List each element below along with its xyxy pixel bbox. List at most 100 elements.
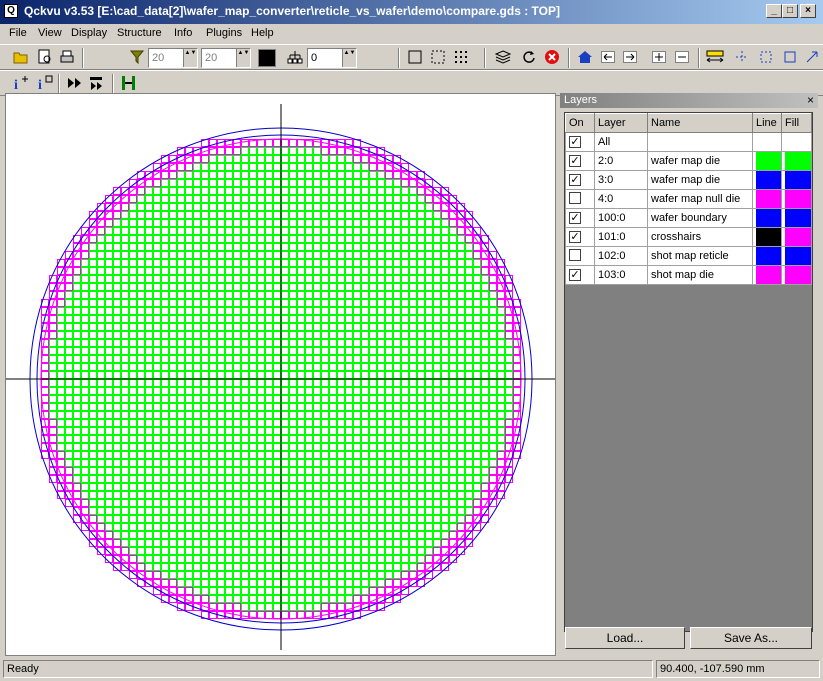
layer-visibility-cell[interactable] [565, 189, 595, 209]
home-view-button[interactable] [574, 46, 596, 68]
maximize-button[interactable]: □ [782, 4, 798, 18]
fill-color-swatch [785, 152, 811, 170]
drawing-canvas[interactable] [5, 93, 556, 656]
menu-plugins[interactable]: Plugins [206, 27, 242, 39]
pan-right-button[interactable] [619, 46, 641, 68]
layer-row[interactable]: ✓ 3:0 wafer map die [565, 170, 812, 190]
layer-visibility-checkbox[interactable]: ✓ [569, 155, 581, 167]
grid-button[interactable] [450, 46, 472, 68]
column-header-line[interactable]: Line [752, 113, 782, 133]
layer-visibility-checkbox[interactable]: ✓ [569, 212, 581, 224]
print-button[interactable] [56, 46, 78, 68]
layer-fill-color[interactable] [781, 265, 812, 285]
print-preview-button[interactable] [34, 46, 56, 68]
layer-line-color[interactable] [752, 132, 782, 152]
spin-arrows-icon[interactable]: ▲▼ [183, 49, 197, 67]
layer-line-color[interactable] [752, 227, 782, 247]
zoom-in-button[interactable] [648, 46, 670, 68]
fill-color-swatch [785, 171, 811, 189]
layer-row[interactable]: 102:0 shot map reticle [565, 246, 812, 266]
column-header-name[interactable]: Name [647, 113, 753, 133]
info-box-button[interactable]: i [34, 72, 56, 94]
forward-end-button[interactable] [87, 72, 109, 94]
layer-visibility-cell[interactable]: ✓ [565, 208, 595, 228]
layer-row[interactable]: 4:0 wafer map null die [565, 189, 812, 209]
split-view-button[interactable] [118, 72, 140, 94]
spin-arrows-icon[interactable]: ▲▼ [342, 49, 356, 67]
layer-name: shot map die [647, 265, 753, 285]
filter-button[interactable] [126, 46, 148, 68]
panel-close-icon[interactable]: × [807, 93, 814, 108]
close-button[interactable]: × [800, 4, 816, 18]
layer-visibility-checkbox[interactable] [569, 191, 581, 204]
depth-from-spinner[interactable]: 20 ▲▼ [148, 48, 198, 68]
layer-visibility-checkbox[interactable]: ✓ [569, 174, 581, 186]
column-header-on[interactable]: On [565, 113, 595, 133]
depth-to-spinner[interactable]: 20 ▲▼ [201, 48, 251, 68]
layer-visibility-cell[interactable]: ✓ [565, 227, 595, 247]
zoom-out-button[interactable] [671, 46, 693, 68]
wafer-map-drawing[interactable] [6, 94, 555, 655]
layer-row[interactable]: ✓ 2:0 wafer map die [565, 151, 812, 171]
save-as-button[interactable]: Save As... [690, 627, 812, 649]
layer-line-color[interactable] [752, 151, 782, 171]
select-box-button[interactable] [404, 46, 426, 68]
refresh-button[interactable] [518, 46, 540, 68]
info-add-button[interactable]: i [10, 72, 32, 94]
menu-info[interactable]: Info [174, 27, 192, 39]
layer-line-color[interactable] [752, 265, 782, 285]
layer-visibility-cell[interactable]: ✓ [565, 265, 595, 285]
layer-name: crosshairs [647, 227, 753, 247]
menu-display[interactable]: Display [71, 27, 107, 39]
layer-visibility-checkbox[interactable]: ✓ [569, 136, 581, 148]
layer-fill-color[interactable] [781, 208, 812, 228]
layer-line-color[interactable] [752, 208, 782, 228]
level-spinner[interactable]: 0 ▲▼ [307, 48, 357, 68]
layer-visibility-checkbox[interactable]: ✓ [569, 269, 581, 281]
layer-visibility-cell[interactable]: ✓ [565, 132, 595, 152]
layer-fill-color[interactable] [781, 246, 812, 266]
snap-grid-button[interactable] [731, 46, 753, 68]
select-dashed-button[interactable] [427, 46, 449, 68]
fit-view-button[interactable] [779, 46, 801, 68]
menu-structure[interactable]: Structure [117, 27, 162, 39]
layer-fill-color[interactable] [781, 189, 812, 209]
layer-visibility-cell[interactable] [565, 246, 595, 266]
layer-row[interactable]: ✓ 101:0 crosshairs [565, 227, 812, 247]
layer-visibility-checkbox[interactable] [569, 248, 581, 261]
layer-fill-color[interactable] [781, 132, 812, 152]
layers-button[interactable] [492, 46, 514, 68]
layer-line-color[interactable] [752, 189, 782, 209]
layer-visibility-checkbox[interactable]: ✓ [569, 231, 581, 243]
hierarchy-button[interactable] [284, 46, 306, 68]
load-button[interactable]: Load... [565, 627, 685, 649]
layer-row[interactable]: ✓ 103:0 shot map die [565, 265, 812, 285]
layer-fill-color[interactable] [781, 151, 812, 171]
select-area-button[interactable] [755, 46, 777, 68]
open-folder-button[interactable] [10, 46, 32, 68]
minimize-button[interactable]: _ [766, 4, 782, 18]
diagonal-zoom-button[interactable] [801, 46, 823, 68]
plus-icon [652, 51, 666, 63]
column-header-fill[interactable]: Fill [781, 113, 812, 133]
stop-button[interactable] [541, 46, 563, 68]
layers-panel: Layers × On Layer Name Line Fill ✓ All ✓ 2:… [560, 93, 818, 657]
measure-button[interactable] [704, 46, 726, 68]
layer-visibility-cell[interactable]: ✓ [565, 170, 595, 190]
color-swatch-button[interactable] [258, 49, 276, 67]
layer-row[interactable]: ✓ 100:0 wafer boundary [565, 208, 812, 228]
layer-line-color[interactable] [752, 246, 782, 266]
column-header-layer[interactable]: Layer [594, 113, 648, 133]
menu-file[interactable]: File [9, 27, 27, 39]
layer-fill-color[interactable] [781, 170, 812, 190]
layer-number: 102:0 [594, 246, 648, 266]
layer-visibility-cell[interactable]: ✓ [565, 151, 595, 171]
menu-view[interactable]: View [38, 27, 62, 39]
pan-left-button[interactable] [597, 46, 619, 68]
layer-line-color[interactable] [752, 170, 782, 190]
forward-step-button[interactable] [64, 72, 86, 94]
layer-row[interactable]: ✓ All [565, 132, 812, 152]
menu-help[interactable]: Help [251, 27, 274, 39]
layer-fill-color[interactable] [781, 227, 812, 247]
spin-arrows-icon[interactable]: ▲▼ [236, 49, 250, 67]
